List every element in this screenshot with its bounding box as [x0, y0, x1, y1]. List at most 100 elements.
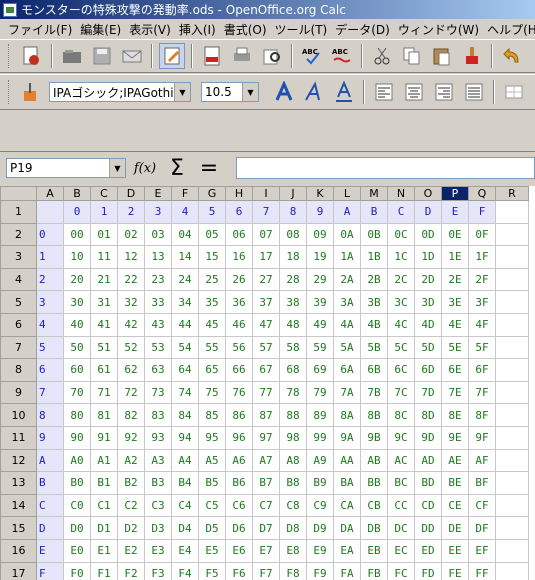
hex-cell[interactable]: 21	[90, 267, 118, 292]
hex-cell[interactable]: D3	[144, 516, 172, 540]
hex-cell[interactable]: 77	[252, 380, 280, 405]
hex-column-label[interactable]: 7	[252, 200, 280, 224]
menu-item[interactable]: ファイル(F)	[4, 21, 76, 38]
row-header[interactable]: 14	[0, 493, 37, 518]
column-header[interactable]: I	[252, 186, 280, 201]
hex-column-label[interactable]: F	[468, 200, 496, 224]
column-header[interactable]: E	[144, 186, 172, 201]
hex-cell[interactable]: 71	[90, 380, 118, 405]
hex-cell[interactable]: CD	[414, 493, 442, 518]
hex-cell[interactable]: B1	[90, 471, 118, 495]
hex-cell[interactable]: EF	[468, 538, 496, 563]
column-header[interactable]: G	[198, 186, 226, 201]
hex-cell[interactable]: 5F	[468, 335, 496, 360]
hex-cell[interactable]: 67	[252, 358, 280, 382]
hex-cell[interactable]: F0	[63, 561, 91, 580]
hex-row-label[interactable]: 2	[36, 267, 64, 292]
hex-cell[interactable]: 87	[252, 403, 280, 427]
hex-cell[interactable]: 40	[63, 312, 91, 337]
justify-icon[interactable]	[461, 79, 487, 105]
hex-cell[interactable]: 33	[144, 290, 172, 314]
hex-column-label[interactable]: E	[441, 200, 469, 224]
hex-column-label[interactable]: 5	[198, 200, 226, 224]
row-header[interactable]: 16	[0, 538, 37, 563]
hex-cell[interactable]: D6	[225, 516, 253, 540]
hex-cell[interactable]: 94	[171, 425, 199, 450]
hex-cell[interactable]: 7A	[333, 380, 361, 405]
hex-cell[interactable]: 34	[171, 290, 199, 314]
hex-cell[interactable]: 4B	[360, 312, 388, 337]
hex-cell[interactable]: EB	[360, 538, 388, 563]
hex-cell[interactable]: 9D	[414, 425, 442, 450]
hex-cell[interactable]: EC	[387, 538, 415, 563]
hex-cell[interactable]: 6C	[387, 358, 415, 382]
hex-cell[interactable]: DB	[360, 516, 388, 540]
hex-cell[interactable]: 88	[279, 403, 307, 427]
hex-cell[interactable]: BD	[414, 471, 442, 495]
hex-cell[interactable]: 13	[144, 245, 172, 269]
hex-cell[interactable]: 80	[63, 403, 91, 427]
row-header[interactable]: 13	[0, 471, 37, 495]
italic-icon[interactable]	[301, 79, 327, 105]
hex-cell[interactable]: 86	[225, 403, 253, 427]
hex-cell[interactable]: A2	[117, 448, 145, 473]
hex-cell[interactable]: 0A	[333, 222, 361, 247]
hex-cell[interactable]: E7	[252, 538, 280, 563]
hex-cell[interactable]: 78	[279, 380, 307, 405]
hex-cell[interactable]: 83	[144, 403, 172, 427]
hex-cell[interactable]: 57	[252, 335, 280, 360]
hex-row-label[interactable]: D	[36, 516, 64, 540]
hex-cell[interactable]: 61	[90, 358, 118, 382]
hex-cell[interactable]: ED	[414, 538, 442, 563]
hex-cell[interactable]: 29	[306, 267, 334, 292]
hex-cell[interactable]: 91	[90, 425, 118, 450]
hex-cell[interactable]: 3E	[441, 290, 469, 314]
styles-gallery-icon[interactable]	[19, 79, 45, 105]
hex-cell[interactable]: D8	[279, 516, 307, 540]
hex-cell[interactable]: A5	[198, 448, 226, 473]
hex-cell[interactable]: D9	[306, 516, 334, 540]
hex-cell[interactable]: 28	[279, 267, 307, 292]
hex-cell[interactable]: 3F	[468, 290, 496, 314]
cell[interactable]	[495, 222, 529, 247]
hex-cell[interactable]: A4	[171, 448, 199, 473]
hex-cell[interactable]: 4C	[387, 312, 415, 337]
hex-cell[interactable]: 8C	[387, 403, 415, 427]
hex-cell[interactable]: 81	[90, 403, 118, 427]
hex-cell[interactable]: B7	[252, 471, 280, 495]
column-header[interactable]: B	[63, 186, 91, 201]
hex-cell[interactable]: 64	[171, 358, 199, 382]
hex-cell[interactable]: 2C	[387, 267, 415, 292]
hex-cell[interactable]: 85	[198, 403, 226, 427]
bold-icon[interactable]	[271, 79, 297, 105]
hex-cell[interactable]: 1B	[360, 245, 388, 269]
hex-cell[interactable]: 7F	[468, 380, 496, 405]
hex-row-label[interactable]: 7	[36, 380, 64, 405]
hex-cell[interactable]: AA	[333, 448, 361, 473]
hex-cell[interactable]: 2E	[441, 267, 469, 292]
cell[interactable]	[495, 380, 529, 405]
hex-cell[interactable]: BB	[360, 471, 388, 495]
hex-cell[interactable]: C8	[279, 493, 307, 518]
hex-cell[interactable]: 37	[252, 290, 280, 314]
row-header[interactable]: 5	[0, 290, 37, 314]
row-header[interactable]: 4	[0, 267, 37, 292]
column-header[interactable]: J	[279, 186, 307, 201]
hex-cell[interactable]: CB	[360, 493, 388, 518]
hex-cell[interactable]: CA	[333, 493, 361, 518]
row-header[interactable]: 12	[0, 448, 37, 473]
hex-cell[interactable]: E1	[90, 538, 118, 563]
new-document-icon[interactable]	[19, 43, 45, 69]
hex-cell[interactable]: AF	[468, 448, 496, 473]
hex-row-label[interactable]: 6	[36, 358, 64, 382]
hex-cell[interactable]: 84	[171, 403, 199, 427]
cell[interactable]	[495, 516, 529, 540]
chevron-down-icon[interactable]: ▼	[242, 83, 258, 101]
hex-cell[interactable]: 7B	[360, 380, 388, 405]
underline-icon[interactable]	[331, 79, 357, 105]
hex-cell[interactable]: B0	[63, 471, 91, 495]
hex-cell[interactable]: DD	[414, 516, 442, 540]
row-header[interactable]: 8	[0, 358, 37, 382]
menu-item[interactable]: ヘルプ(H)	[483, 21, 535, 38]
hex-cell[interactable]: 4E	[441, 312, 469, 337]
